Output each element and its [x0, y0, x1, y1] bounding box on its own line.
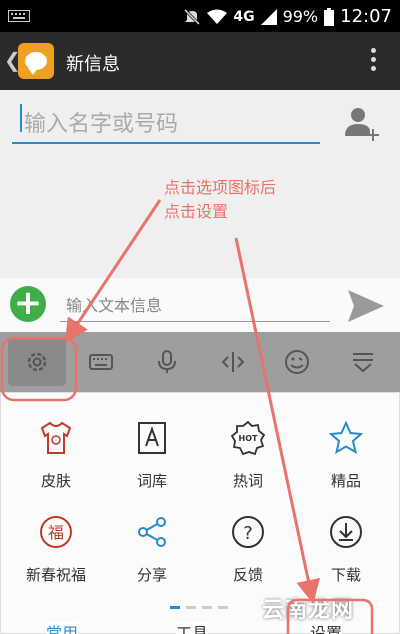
star-icon — [328, 420, 364, 455]
send-button[interactable] — [346, 288, 386, 324]
messaging-app-icon[interactable] — [18, 43, 54, 79]
tshirt-icon — [40, 421, 72, 454]
recipient-placeholder: 输入名字或号码 — [24, 112, 179, 137]
mute-icon — [184, 8, 201, 25]
tile-skin[interactable]: 皮肤 — [6, 420, 106, 491]
tile-label: 热词 — [232, 472, 263, 490]
battery-icon — [324, 7, 335, 26]
blessing-icon: 福 — [40, 516, 72, 548]
text-caret — [20, 104, 22, 132]
tile-feedback[interactable]: ? 反馈 — [198, 514, 298, 585]
svg-text:?: ? — [243, 523, 253, 544]
tile-share[interactable]: 分享 — [102, 514, 202, 585]
tile-label: 新春祝福 — [25, 566, 86, 584]
action-bar: ❮ 新信息 — [0, 32, 400, 90]
keyboard-button[interactable] — [72, 338, 130, 386]
cursor-button[interactable] — [204, 338, 262, 386]
page-title: 新信息 — [66, 54, 120, 75]
tile-featured[interactable]: 精品 — [296, 420, 396, 491]
network-type: 4G — [233, 8, 255, 25]
annotation-text: 点击选项图标后 点击设置 — [164, 176, 276, 224]
tile-download[interactable]: 下载 — [296, 514, 396, 585]
add-contact-icon[interactable] — [342, 104, 382, 144]
voice-button[interactable] — [138, 338, 196, 386]
tab-common[interactable]: 常用 — [46, 622, 79, 634]
dictionary-icon — [138, 422, 166, 454]
tile-label: 下载 — [330, 566, 361, 584]
status-bar: 4G 99% 12:07 — [0, 0, 400, 32]
tile-dictionary[interactable]: 词库 — [102, 420, 202, 491]
clock: 12:07 — [340, 6, 392, 27]
annotation-line2: 点击设置 — [164, 202, 229, 221]
keyboard-notification-icon — [8, 10, 30, 22]
tile-hot-words[interactable]: HOT 热词 — [198, 420, 298, 491]
wifi-icon — [207, 9, 228, 24]
gear-icon — [27, 352, 47, 372]
signal-icon — [260, 8, 277, 25]
recipient-input[interactable]: 输入名字或号码 — [12, 100, 320, 144]
tile-label: 词库 — [136, 472, 167, 490]
page-indicator — [170, 606, 228, 609]
emoji-button[interactable] — [268, 338, 326, 386]
message-placeholder: 输入文本信息 — [66, 296, 163, 315]
collapse-button[interactable] — [334, 338, 392, 386]
download-icon — [330, 516, 362, 548]
compose-bar: + 输入文本信息 — [0, 278, 400, 332]
cursor-icon — [221, 352, 245, 372]
keyboard-toolbar — [0, 332, 400, 392]
message-input[interactable]: 输入文本信息 — [60, 286, 330, 322]
emoji-icon — [285, 350, 309, 374]
question-icon: ? — [232, 516, 264, 548]
tab-tools[interactable]: 工具 — [176, 622, 209, 634]
collapse-icon — [353, 353, 373, 373]
microphone-icon — [158, 350, 176, 373]
tile-label: 精品 — [330, 472, 361, 490]
keyboard-icon — [89, 354, 113, 370]
attach-plus-button[interactable]: + — [10, 286, 46, 322]
annotation-line1: 点击选项图标后 — [164, 178, 277, 197]
tile-label: 反馈 — [232, 566, 263, 584]
svg-text:HOT: HOT — [239, 434, 258, 443]
svg-text:福: 福 — [48, 523, 64, 542]
watermark: 云南龙网 — [262, 598, 355, 623]
overflow-menu-icon[interactable] — [371, 48, 376, 71]
share-icon — [138, 517, 166, 547]
tile-label: 分享 — [136, 566, 167, 584]
battery-percent: 99% — [282, 7, 319, 26]
tile-label: 皮肤 — [40, 472, 71, 490]
hot-icon: HOT — [230, 420, 266, 456]
settings-options-button[interactable] — [8, 338, 66, 386]
tile-new-year-blessing[interactable]: 福 新春祝福 — [6, 514, 106, 585]
